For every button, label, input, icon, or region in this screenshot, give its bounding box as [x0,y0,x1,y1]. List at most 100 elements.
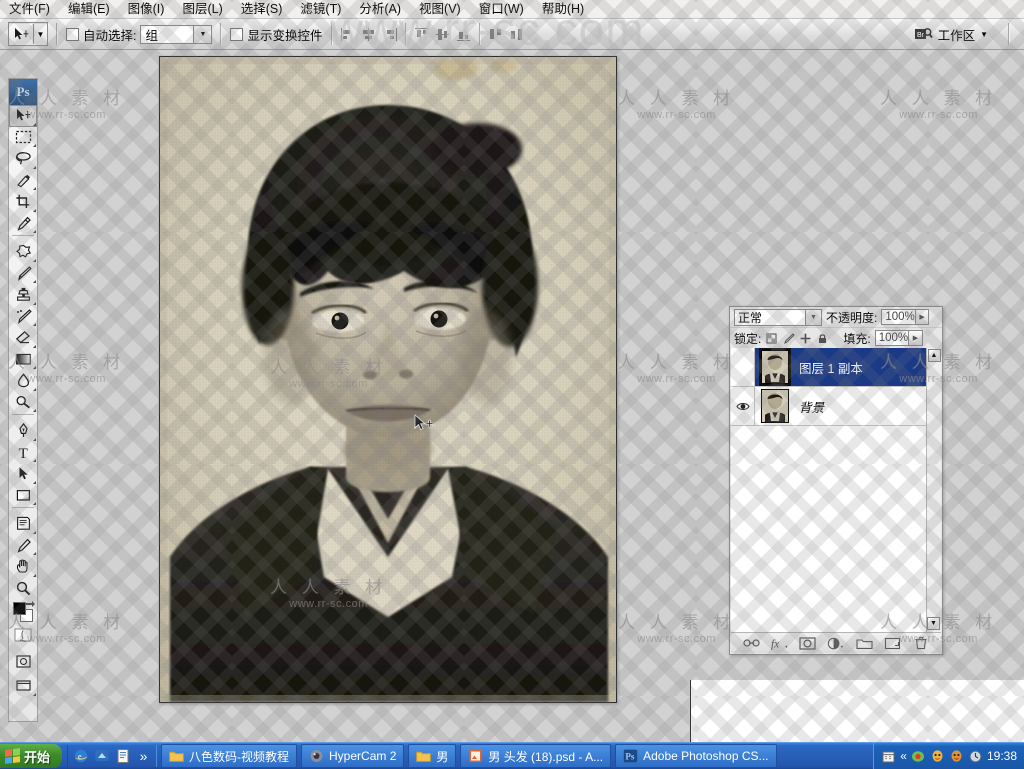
auto-select-dropdown[interactable]: 组 ▼ [140,24,213,44]
menu-select[interactable]: 选择(S) [232,0,292,18]
zoom-tool[interactable] [9,578,37,600]
layer-row-background[interactable]: 背景 [731,387,941,426]
taskbar-item-hypercam[interactable]: HyperCam 2 [301,744,405,768]
type-tool[interactable]: T [9,442,37,464]
move-tool[interactable] [9,105,37,127]
workspace-button[interactable]: Br 工作区 ▼ [908,23,994,46]
new-group-button[interactable] [856,635,873,652]
menu-layer[interactable]: 图层(L) [173,0,231,18]
layer-list[interactable]: 图层 1 副本 背景 [731,348,941,632]
lock-image-icon[interactable] [782,332,795,345]
chevron-down-icon[interactable]: ▼ [980,30,988,39]
align-bottom-edges-icon[interactable] [456,28,471,41]
taskbar-item-psd[interactable]: 男 头发 (18).psd - A... [460,744,612,768]
notepad-icon[interactable] [114,748,131,765]
taskbar-item-folder-nan[interactable]: 男 [408,744,457,768]
swap-colors-icon[interactable] [23,600,36,612]
lock-all-icon[interactable] [816,332,829,345]
scroll-down-button[interactable]: ▼ [927,617,940,630]
menu-edit[interactable]: 编辑(E) [59,0,119,18]
align-left-edges-icon[interactable] [340,27,355,41]
chevron-down-icon[interactable]: ▼ [193,25,212,43]
fill-field[interactable]: 100% ▶ [874,330,923,346]
standard-mode-icon[interactable] [9,625,37,645]
screen-mode-full-button[interactable] [9,673,37,697]
distribute-vertical-centers-icon[interactable] [510,28,524,41]
quick-selection-tool[interactable] [9,170,37,192]
screen-mode-standard-button[interactable] [9,649,37,673]
menu-window[interactable]: 窗口(W) [470,0,533,18]
quick-mask-mode-toggle[interactable] [9,625,37,645]
rectangle-shape-tool[interactable] [9,485,37,507]
ie-icon[interactable]: e [72,748,89,765]
layer-name[interactable]: 背景 [795,397,919,416]
menu-view[interactable]: 视图(V) [410,0,470,18]
clock-icon[interactable] [968,749,983,764]
gradient-tool[interactable] [9,349,37,371]
clone-stamp-tool[interactable] [9,284,37,306]
delete-layer-button[interactable] [912,635,929,652]
layer-name[interactable]: 图层 1 副本 [795,358,919,377]
opacity-chevron-icon[interactable]: ▶ [914,310,929,324]
bridge-icon[interactable]: Br [914,26,933,43]
hand-tool[interactable] [9,556,37,578]
blend-mode-dropdown[interactable]: 正常 ▼ [734,308,822,326]
menu-image[interactable]: 图像(I) [119,0,174,18]
calendar-icon[interactable] [881,749,896,764]
new-layer-button[interactable] [884,635,901,652]
align-right-edges-icon[interactable] [383,27,397,41]
tray-expand-chevron-icon[interactable]: « [900,749,907,763]
distribute-top-edges-icon[interactable] [489,28,503,41]
menu-analysis[interactable]: 分析(A) [350,0,410,18]
menu-filter[interactable]: 滤镜(T) [291,0,350,18]
adjustment-layer-button[interactable] [827,635,844,652]
path-selection-tool[interactable] [9,463,37,485]
auto-select-checkbox[interactable] [66,27,79,41]
align-horizontal-centers-icon[interactable] [362,27,376,41]
eraser-tool[interactable] [9,327,37,349]
show-transform-checkbox[interactable] [230,27,244,41]
align-top-edges-icon[interactable] [414,27,429,41]
eyedropper-tool[interactable] [9,213,37,235]
eyedropper-alt-tool[interactable] [9,535,37,557]
fill-chevron-icon[interactable]: ▶ [908,331,922,345]
link-layers-button[interactable] [743,635,760,652]
opacity-field[interactable]: 100% ▶ [881,309,930,325]
scroll-up-button[interactable]: ▲ [927,349,941,362]
brush-tool[interactable] [9,263,37,285]
layer-mask-button[interactable] [799,635,816,652]
layer-style-button[interactable]: fx [771,635,788,652]
recorder-icon[interactable] [911,749,926,764]
healing-brush-tool[interactable] [9,241,37,263]
layer-visibility-toggle[interactable] [731,348,755,386]
taskbar-clock[interactable]: 19:38 [987,749,1017,763]
tool-preset-picker[interactable]: ▼ [8,22,48,46]
document-canvas[interactable]: 人 人 素 材 www.rr-sc.com 人 人 素 材 www.rr-sc.… [159,56,617,703]
menu-help[interactable]: 帮助(H) [533,0,593,18]
qq2-icon[interactable] [949,749,964,764]
more-chevron-icon[interactable]: » [135,748,152,765]
pen-tool[interactable] [9,420,37,442]
layer-visibility-toggle[interactable] [731,387,755,425]
color-swatches[interactable] [9,599,37,625]
taskbar-item-photoshop[interactable]: Ps Adobe Photoshop CS... [615,744,777,768]
history-brush-tool[interactable] [9,306,37,328]
taskbar-item-folder-tutorial[interactable]: 八色数码-视频教程 [161,744,298,768]
notes-tool[interactable] [9,513,37,535]
start-button[interactable]: 开始 [0,744,63,768]
chevron-down-icon[interactable]: ▼ [805,309,821,325]
layer-row-copy[interactable]: 图层 1 副本 [731,348,941,387]
qq-icon[interactable] [930,749,945,764]
show-desktop-icon[interactable] [93,748,110,765]
menu-file[interactable]: 文件(F) [0,0,59,18]
marquee-tool[interactable] [9,127,37,149]
layers-scrollbar[interactable]: ▲ ▼ [926,348,941,632]
lasso-tool[interactable] [9,148,37,170]
crop-tool[interactable] [9,191,37,213]
align-vertical-centers-icon[interactable] [435,28,450,41]
blur-tool[interactable] [9,370,37,392]
tool-preset-chevron-icon[interactable]: ▼ [34,24,47,44]
lock-position-icon[interactable] [799,332,812,345]
dodge-tool[interactable] [9,392,37,414]
lock-transparent-icon[interactable] [765,332,778,345]
